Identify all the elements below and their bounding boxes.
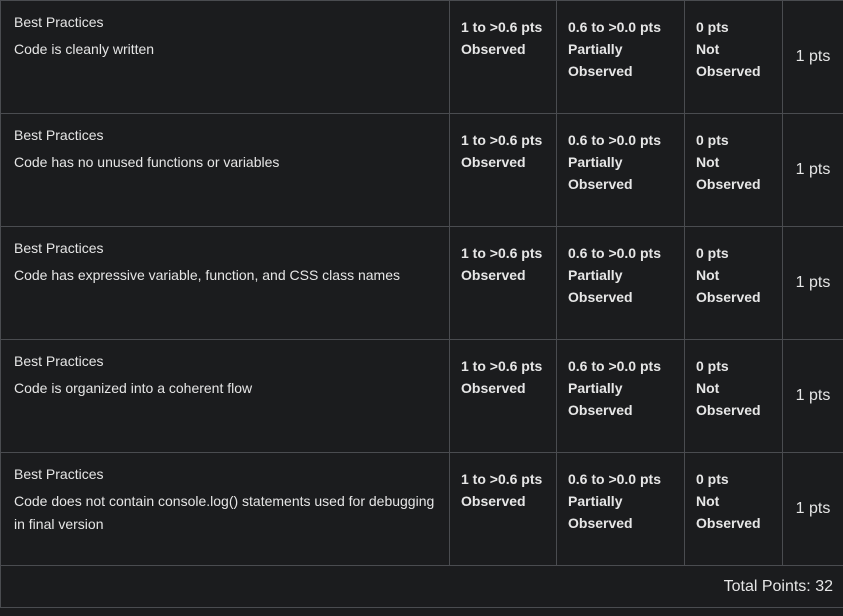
rating-label: Observed — [461, 380, 526, 396]
rating-not-observed[interactable]: 0 pts Not Observed — [684, 339, 783, 453]
criterion-row: Best Practices Code is organized into a … — [0, 339, 843, 453]
rating-label: Not Observed — [696, 41, 761, 79]
rating-points: 1 to >0.6 pts — [461, 471, 543, 487]
rating-points: 0 pts — [696, 471, 729, 487]
rating-label: Observed — [461, 493, 526, 509]
criterion-description: Code is organized into a coherent flow — [14, 380, 253, 396]
criterion-row: Best Practices Code has expressive varia… — [0, 226, 843, 340]
rating-label: Partially Observed — [568, 41, 633, 79]
rating-label: Not Observed — [696, 380, 761, 418]
rating-label: Not Observed — [696, 267, 761, 305]
criterion-cell: Best Practices Code is organized into a … — [0, 339, 450, 453]
rating-observed[interactable]: 1 to >0.6 pts Observed — [449, 452, 557, 566]
rating-not-observed[interactable]: 0 pts Not Observed — [684, 113, 783, 227]
criterion-description: Code does not contain console.log() stat… — [14, 493, 435, 532]
rating-label: Not Observed — [696, 154, 761, 192]
criterion-row: Best Practices Code has no unused functi… — [0, 113, 843, 227]
rating-label: Partially Observed — [568, 493, 633, 531]
rating-partially-observed[interactable]: 0.6 to >0.0 pts Partially Observed — [556, 113, 685, 227]
rating-observed[interactable]: 1 to >0.6 pts Observed — [449, 339, 557, 453]
criterion-points: 1 pts — [782, 452, 843, 566]
rating-label: Observed — [461, 41, 526, 57]
rating-points: 0.6 to >0.0 pts — [568, 132, 661, 148]
criterion-description: Code has no unused functions or variable… — [14, 154, 280, 170]
rating-label: Partially Observed — [568, 154, 633, 192]
rating-points: 0.6 to >0.0 pts — [568, 358, 661, 374]
rating-points: 1 to >0.6 pts — [461, 132, 543, 148]
criterion-title: Best Practices — [14, 127, 104, 143]
rating-not-observed[interactable]: 0 pts Not Observed — [684, 226, 783, 340]
criterion-cell: Best Practices Code does not contain con… — [0, 452, 450, 566]
rating-observed[interactable]: 1 to >0.6 pts Observed — [449, 0, 557, 114]
criterion-description: Code has expressive variable, function, … — [14, 267, 400, 283]
rating-label: Partially Observed — [568, 380, 633, 418]
criterion-description: Code is cleanly written — [14, 41, 155, 57]
rating-label: Not Observed — [696, 493, 761, 531]
criterion-points: 1 pts — [782, 0, 843, 114]
criterion-points: 1 pts — [782, 339, 843, 453]
rating-not-observed[interactable]: 0 pts Not Observed — [684, 0, 783, 114]
rating-points: 0 pts — [696, 358, 729, 374]
rating-points: 1 to >0.6 pts — [461, 19, 543, 35]
criterion-row: Best Practices Code does not contain con… — [0, 452, 843, 566]
rating-not-observed[interactable]: 0 pts Not Observed — [684, 452, 783, 566]
criterion-cell: Best Practices Code is cleanly written — [0, 0, 450, 114]
rating-observed[interactable]: 1 to >0.6 pts Observed — [449, 113, 557, 227]
criterion-cell: Best Practices Code has no unused functi… — [0, 113, 450, 227]
criterion-points: 1 pts — [782, 226, 843, 340]
criterion-cell: Best Practices Code has expressive varia… — [0, 226, 450, 340]
total-row: Total Points: 32 — [0, 565, 843, 608]
rating-points: 0 pts — [696, 132, 729, 148]
rating-partially-observed[interactable]: 0.6 to >0.0 pts Partially Observed — [556, 226, 685, 340]
rating-partially-observed[interactable]: 0.6 to >0.0 pts Partially Observed — [556, 0, 685, 114]
criterion-title: Best Practices — [14, 240, 104, 256]
total-points: Total Points: 32 — [0, 565, 843, 608]
rating-points: 0.6 to >0.0 pts — [568, 471, 661, 487]
rating-observed[interactable]: 1 to >0.6 pts Observed — [449, 226, 557, 340]
rating-points: 0.6 to >0.0 pts — [568, 19, 661, 35]
rating-label: Partially Observed — [568, 267, 633, 305]
criterion-points: 1 pts — [782, 113, 843, 227]
rubric-table: Best Practices Code is cleanly written 1… — [0, 0, 843, 608]
criterion-title: Best Practices — [14, 353, 104, 369]
rating-label: Observed — [461, 267, 526, 283]
rating-points: 1 to >0.6 pts — [461, 245, 543, 261]
criterion-title: Best Practices — [14, 14, 104, 30]
rating-points: 0 pts — [696, 245, 729, 261]
criterion-row: Best Practices Code is cleanly written 1… — [0, 0, 843, 114]
rating-points: 1 to >0.6 pts — [461, 358, 543, 374]
rating-points: 0.6 to >0.0 pts — [568, 245, 661, 261]
rating-partially-observed[interactable]: 0.6 to >0.0 pts Partially Observed — [556, 452, 685, 566]
rating-points: 0 pts — [696, 19, 729, 35]
rating-partially-observed[interactable]: 0.6 to >0.0 pts Partially Observed — [556, 339, 685, 453]
criterion-title: Best Practices — [14, 466, 104, 482]
rating-label: Observed — [461, 154, 526, 170]
